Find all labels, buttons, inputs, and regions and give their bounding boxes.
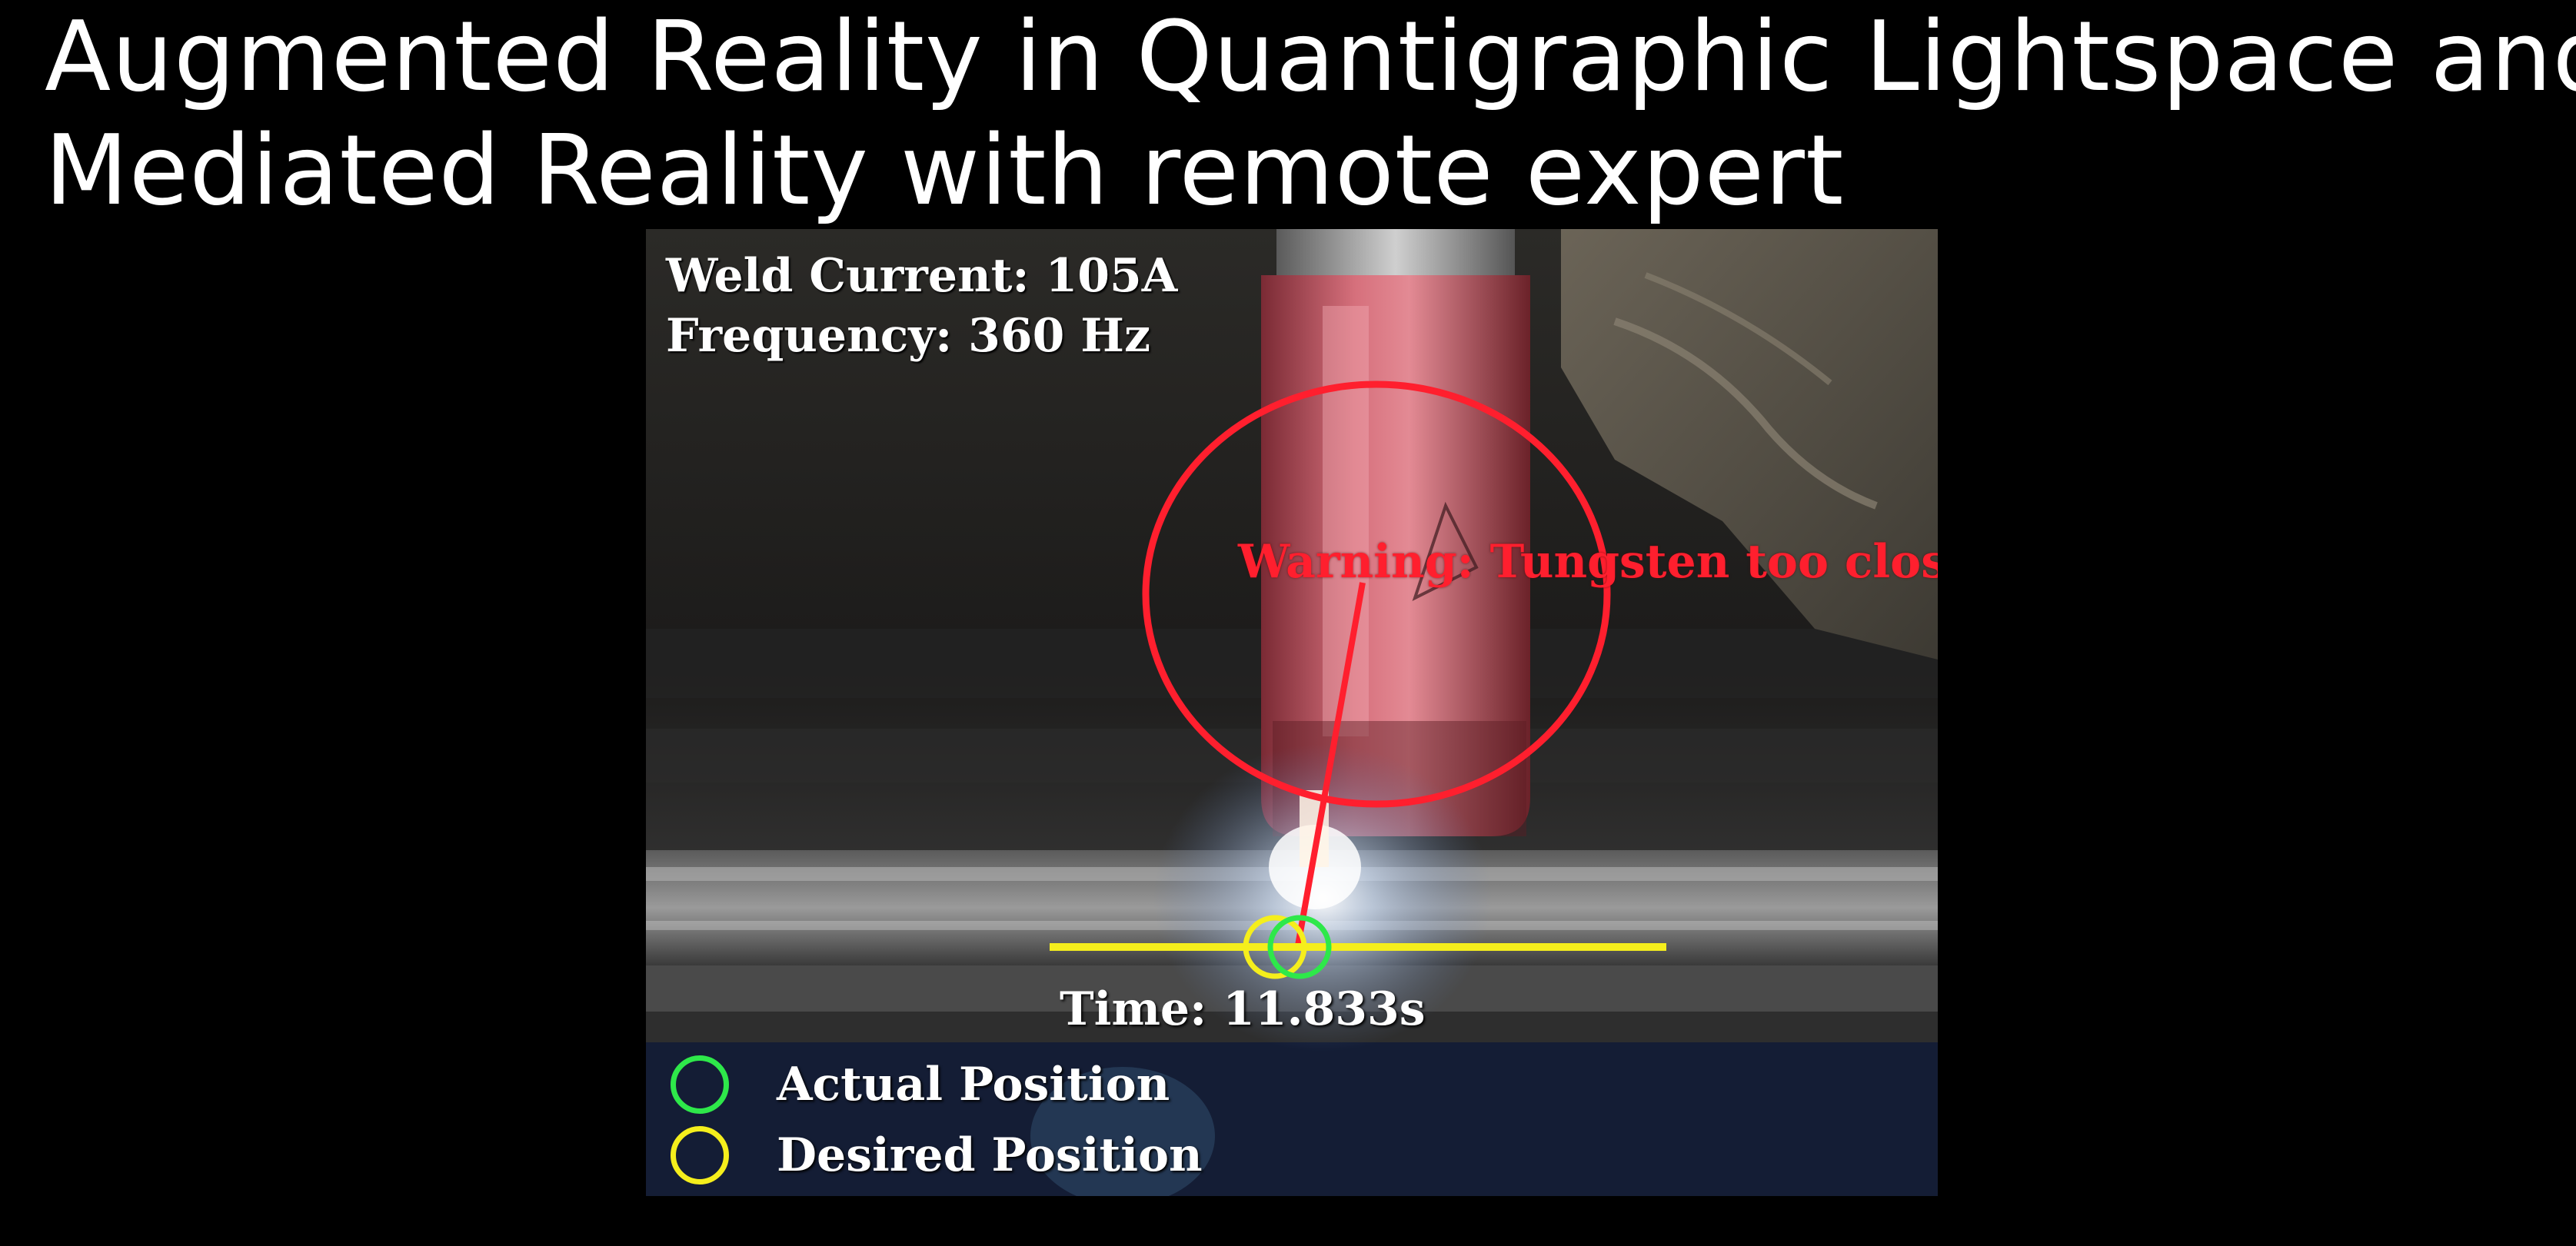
elapsed-time-readout: Time: 11.833s: [1060, 982, 1426, 1036]
slide-title-line-1: Augmented Reality in Quantigraphic Light…: [45, 0, 2576, 113]
welding-video-frame[interactable]: Weld Current: 105A Frequency: 360 Hz War…: [646, 229, 1938, 1196]
frequency-readout: Frequency: 360 Hz: [666, 309, 1151, 363]
legend-item-actual-position: Actual Position: [671, 1052, 1170, 1118]
yellow-circle-icon: [671, 1126, 729, 1185]
legend-label-actual: Actual Position: [777, 1058, 1170, 1111]
slide-title: Augmented Reality in Quantigraphic Light…: [45, 0, 2576, 228]
tungsten-warning-text: Warning: Tungsten too close!: [1238, 535, 1938, 589]
slide: Augmented Reality in Quantigraphic Light…: [0, 0, 2576, 1246]
green-circle-icon: [671, 1055, 729, 1114]
legend-label-desired: Desired Position: [777, 1128, 1203, 1182]
legend-item-desired-position: Desired Position: [671, 1122, 1203, 1188]
slide-title-line-2: Mediated Reality with remote expert: [45, 114, 1845, 227]
weld-current-readout: Weld Current: 105A: [666, 249, 1178, 303]
